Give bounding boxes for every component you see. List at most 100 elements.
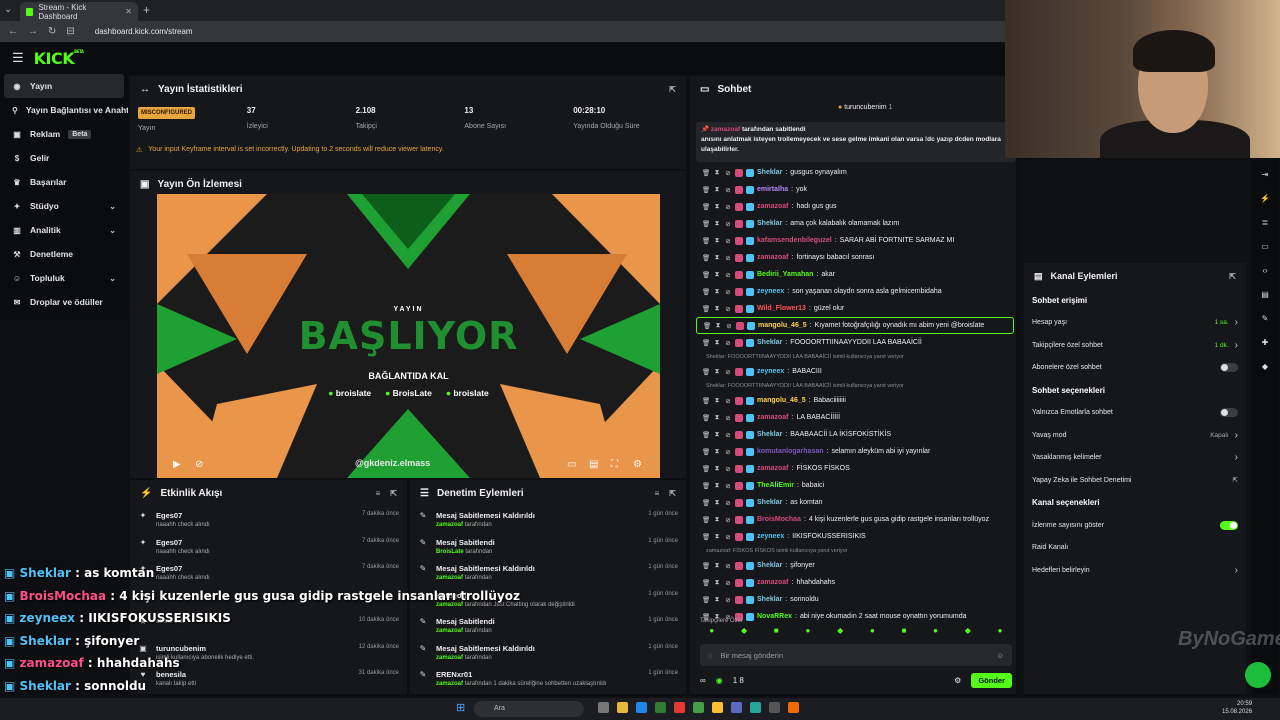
delete-icon[interactable]: 🗑 — [702, 562, 710, 570]
reload-icon[interactable]: ↻ — [48, 26, 56, 37]
timeout-icon[interactable]: ⧗ — [713, 271, 721, 279]
chat-username[interactable]: komutanlogarhasan — [757, 448, 824, 455]
delete-icon[interactable]: 🗑 — [702, 254, 710, 262]
setting-row[interactable]: Raid Kanalı — [1024, 537, 1246, 560]
chat-username[interactable]: Wild_Flower13 — [757, 305, 806, 312]
chat-username[interactable]: kafamsendenbileguzel — [757, 237, 832, 244]
list-icon[interactable]: ≣ — [1262, 218, 1269, 227]
timeout-icon[interactable]: ⧗ — [713, 516, 721, 524]
chat-username[interactable]: zeyneex — [757, 533, 784, 540]
site-info-icon[interactable]: ⊟ — [66, 26, 74, 37]
tab-menu-icon[interactable]: ⌄ — [4, 4, 12, 15]
ban-icon[interactable]: ⊘ — [724, 203, 732, 211]
timeout-icon[interactable]: ⧗ — [713, 482, 721, 490]
delete-icon[interactable]: 🗑 — [702, 482, 710, 490]
url-input[interactable]: dashboard.kick.com/stream — [95, 27, 193, 36]
mute-icon[interactable]: ⊘ — [195, 459, 203, 470]
menu-icon[interactable]: ☰ — [12, 50, 24, 66]
delete-icon[interactable]: 🗑 — [702, 431, 710, 439]
emote-icon[interactable]: ● — [933, 626, 938, 635]
chat-username[interactable]: Bedirii_Yamahan — [757, 271, 813, 278]
back-icon[interactable]: ← — [8, 26, 18, 37]
chat-username[interactable]: zamazoaf — [757, 465, 789, 472]
app-teal-icon[interactable] — [750, 702, 761, 713]
help-button[interactable] — [1245, 662, 1271, 688]
ban-icon[interactable]: ⊘ — [724, 533, 732, 541]
ban-icon[interactable]: ⊘ — [724, 414, 732, 422]
chevron-right-icon[interactable]: › — [1235, 317, 1238, 328]
timeout-icon[interactable]: ⧗ — [713, 465, 721, 473]
puzzle-icon[interactable]: ✚ — [1262, 338, 1269, 347]
app-orange-icon[interactable] — [788, 702, 799, 713]
popout-icon[interactable]: ⇱ — [669, 489, 676, 498]
timeout-icon[interactable]: ⧗ — [713, 186, 721, 194]
browser-tab[interactable]: Stream - Kick Dashboard ✕ — [20, 2, 138, 21]
filter-icon[interactable]: ≡ — [376, 489, 381, 498]
sidebar-item-1[interactable]: ⚲ Yayın Bağlantısı ve Anahtarı — [0, 98, 128, 122]
discord-icon[interactable] — [731, 702, 742, 713]
delete-icon[interactable]: 🗑 — [702, 499, 710, 507]
timeout-icon[interactable]: ⧗ — [713, 448, 721, 456]
ban-icon[interactable]: ⊘ — [724, 397, 732, 405]
chevron-down-icon[interactable]: ⌄ — [109, 274, 116, 283]
store-icon[interactable] — [655, 702, 666, 713]
timeout-icon[interactable]: ⧗ — [713, 562, 721, 570]
emote-icon[interactable]: ● — [998, 626, 1003, 635]
taskbar-search[interactable]: Ara — [474, 701, 584, 717]
chevron-right-icon[interactable]: › — [1235, 565, 1238, 576]
delete-icon[interactable]: 🗑 — [702, 203, 710, 211]
delete-icon[interactable]: 🗑 — [702, 448, 710, 456]
ban-icon[interactable]: ⊘ — [724, 596, 732, 604]
chat-username[interactable]: Sheklar — [757, 431, 782, 438]
emote-icon[interactable]: ◆ — [837, 626, 843, 635]
ban-icon[interactable]: ⊘ — [724, 431, 732, 439]
chevron-right-icon[interactable]: › — [1235, 340, 1238, 351]
chat-username[interactable]: Sheklar — [757, 220, 782, 227]
setting-row[interactable]: Yalnızca Emotlarla sohbet — [1024, 402, 1246, 425]
sidebar-item-4[interactable]: ♛ Başarılar — [0, 170, 128, 194]
setting-row[interactable]: Yasaklanmış kelimeler › — [1024, 447, 1246, 470]
toggle-switch[interactable] — [1220, 363, 1238, 373]
chevron-down-icon[interactable]: ⌄ — [109, 202, 116, 211]
sidebar-item-2[interactable]: ▣ Reklam Beta — [0, 122, 128, 146]
video-player[interactable]: YAYIN BAŞLIYOR BAĞLANTIDA KAL broislate … — [157, 194, 660, 478]
timeout-icon[interactable]: ⧗ — [713, 220, 721, 228]
emote-icon[interactable]: ◆ — [965, 626, 971, 635]
sidebar-item-5[interactable]: ✦ Stüdyo ⌄ — [0, 194, 128, 218]
chat-username[interactable]: zamazoaf — [757, 203, 789, 210]
timeout-icon[interactable]: ⧗ — [713, 431, 721, 439]
forward-icon[interactable]: → — [28, 26, 38, 37]
delete-icon[interactable]: 🗑 — [702, 305, 710, 313]
chat-username[interactable]: mangolu_46_5 — [758, 322, 807, 329]
ban-icon[interactable]: ⊘ — [724, 237, 732, 245]
theater-icon[interactable]: ▤ — [589, 459, 598, 470]
delete-icon[interactable]: 🗑 — [702, 237, 710, 245]
ban-icon[interactable]: ⊘ — [724, 448, 732, 456]
ban-icon[interactable]: ⊘ — [724, 288, 732, 296]
chat-username[interactable]: Sheklar — [757, 562, 782, 569]
emote-icon[interactable]: ◆ — [741, 626, 747, 635]
setting-row[interactable]: Hedefleri belirleyin › — [1024, 559, 1246, 582]
timeout-icon[interactable]: ⧗ — [714, 322, 722, 330]
sidebar-item-7[interactable]: ⚒ Denetleme — [0, 242, 128, 266]
emote-icon[interactable]: ■ — [902, 626, 907, 635]
timeout-icon[interactable]: ⧗ — [713, 305, 721, 313]
chat-username[interactable]: zeyneex — [757, 288, 784, 295]
close-tab-icon[interactable]: ✕ — [125, 7, 132, 16]
explorer-icon[interactable] — [617, 702, 628, 713]
chrome-icon[interactable] — [712, 702, 723, 713]
sidebar-item-6[interactable]: ▥ Analitik ⌄ — [0, 218, 128, 242]
delete-icon[interactable]: 🗑 — [702, 339, 710, 347]
timeout-icon[interactable]: ⧗ — [713, 254, 721, 262]
server-icon[interactable]: ▤ — [1261, 290, 1269, 299]
emote-icon[interactable]: ● — [870, 626, 875, 635]
chat-input[interactable]: ◌ Bir mesaj gönderin ☺ — [700, 644, 1012, 666]
popout-icon[interactable]: ⇱ — [669, 85, 676, 94]
chat-username[interactable]: emirtalha — [757, 186, 788, 193]
timeout-icon[interactable]: ⧗ — [713, 499, 721, 507]
ban-icon[interactable]: ⊘ — [724, 465, 732, 473]
chevron-right-icon[interactable]: › — [1235, 430, 1238, 441]
play-icon[interactable]: ▶ — [173, 459, 181, 470]
setting-row[interactable]: Takipçilere özel sohbet 1 dk. › — [1024, 334, 1246, 357]
timeout-icon[interactable]: ⧗ — [713, 237, 721, 245]
